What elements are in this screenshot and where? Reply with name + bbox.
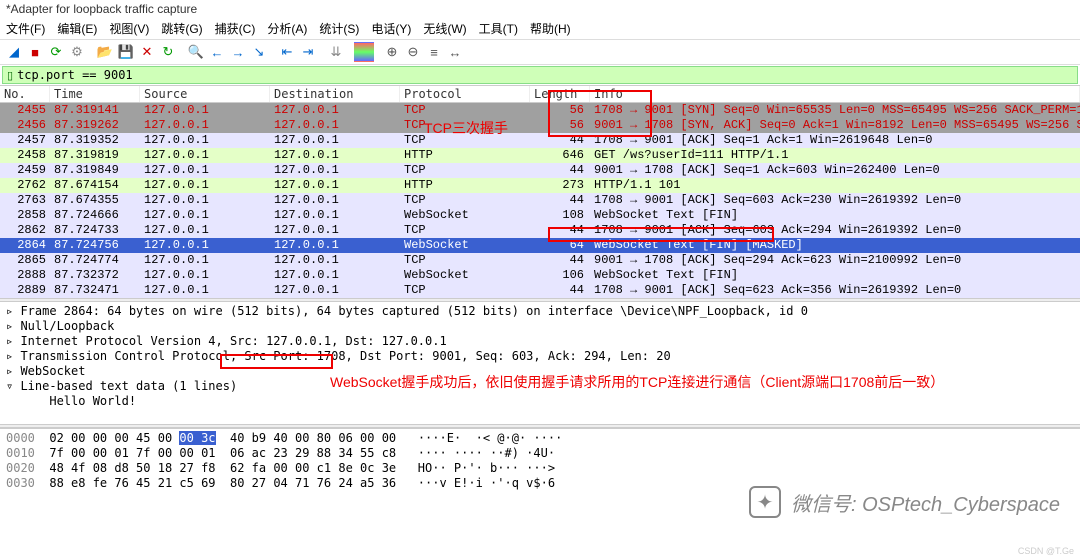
zoom-out-button[interactable]: ⊖ bbox=[403, 42, 423, 62]
detail-line[interactable]: Hello World! bbox=[6, 394, 1074, 409]
col-proto[interactable]: Protocol bbox=[400, 86, 530, 102]
go-last-button[interactable]: ⇥ bbox=[298, 42, 318, 62]
hex-row[interactable]: 0020 48 4f 08 d8 50 18 27 f8 62 fa 00 00… bbox=[6, 461, 1074, 476]
table-row[interactable]: 286587.724774127.0.0.1127.0.0.1TCP449001… bbox=[0, 253, 1080, 268]
detail-line[interactable]: ▹ Internet Protocol Version 4, Src: 127.… bbox=[6, 334, 1074, 349]
col-no[interactable]: No. bbox=[0, 86, 50, 102]
go-prev-button[interactable]: ← bbox=[207, 42, 227, 62]
menu-file[interactable]: 文件(F) bbox=[6, 20, 45, 37]
col-source[interactable]: Source bbox=[140, 86, 270, 102]
col-info[interactable]: Info bbox=[590, 86, 1080, 102]
colorize-button[interactable]: ▦ bbox=[354, 42, 374, 62]
capture-options-button[interactable]: ⚙ bbox=[67, 42, 87, 62]
menu-view[interactable]: 视图(V) bbox=[109, 20, 149, 37]
table-row[interactable]: 276287.674154127.0.0.1127.0.0.1HTTP273HT… bbox=[0, 178, 1080, 193]
table-row[interactable]: 286287.724733127.0.0.1127.0.0.1TCP441708… bbox=[0, 223, 1080, 238]
save-file-button[interactable]: 💾 bbox=[116, 42, 136, 62]
table-row[interactable]: 245787.319352127.0.0.1127.0.0.1TCP441708… bbox=[0, 133, 1080, 148]
packet-details-pane[interactable]: ▹ Frame 2864: 64 bytes on wire (512 bits… bbox=[0, 302, 1080, 424]
table-row[interactable]: 245887.319819127.0.0.1127.0.0.1HTTP646GE… bbox=[0, 148, 1080, 163]
zoom-reset-button[interactable]: ≡ bbox=[424, 42, 444, 62]
find-packet-button[interactable]: 🔍 bbox=[186, 42, 206, 62]
filter-bookmark-icon[interactable]: ▯ bbox=[7, 69, 13, 82]
table-row[interactable]: 288987.732471127.0.0.1127.0.0.1TCP441708… bbox=[0, 283, 1080, 298]
restart-capture-button[interactable]: ⟳ bbox=[46, 42, 66, 62]
autoscroll-button[interactable]: ⇊ bbox=[326, 42, 346, 62]
detail-line[interactable]: ▹ Frame 2864: 64 bytes on wire (512 bits… bbox=[6, 304, 1074, 319]
detail-line[interactable]: ▹ Null/Loopback bbox=[6, 319, 1074, 334]
zoom-in-button[interactable]: ⊕ bbox=[382, 42, 402, 62]
toolbar: ◢ ■ ⟳ ⚙ 📂 💾 ✕ ↻ 🔍 ← → ↘ ⇤ ⇥ ⇊ ▦ ⊕ ⊖ ≡ ↔ bbox=[0, 40, 1080, 65]
reload-button[interactable]: ↻ bbox=[158, 42, 178, 62]
menu-edit[interactable]: 编辑(E) bbox=[57, 20, 97, 37]
window-title: *Adapter for loopback traffic capture bbox=[0, 0, 1080, 18]
detail-line[interactable]: ▿ Line-based text data (1 lines) bbox=[6, 379, 1074, 394]
table-row[interactable]: 286487.724756127.0.0.1127.0.0.1WebSocket… bbox=[0, 238, 1080, 253]
table-row[interactable]: 288887.732372127.0.0.1127.0.0.1WebSocket… bbox=[0, 268, 1080, 283]
packet-list: No. Time Source Destination Protocol Len… bbox=[0, 85, 1080, 298]
display-filter-input[interactable] bbox=[17, 68, 1073, 82]
hex-row[interactable]: 0010 7f 00 00 01 7f 00 00 01 06 ac 23 29… bbox=[6, 446, 1074, 461]
menu-tools[interactable]: 工具(T) bbox=[479, 20, 518, 37]
menu-stats[interactable]: 统计(S) bbox=[319, 20, 359, 37]
table-row[interactable]: 285887.724666127.0.0.1127.0.0.1WebSocket… bbox=[0, 208, 1080, 223]
hex-row[interactable]: 0000 02 00 00 00 45 00 00 3c 40 b9 40 00… bbox=[6, 431, 1074, 446]
packet-bytes-pane[interactable]: 0000 02 00 00 00 45 00 00 3c 40 b9 40 00… bbox=[0, 428, 1080, 493]
table-row[interactable]: 276387.674355127.0.0.1127.0.0.1TCP441708… bbox=[0, 193, 1080, 208]
open-file-button[interactable]: 📂 bbox=[95, 42, 115, 62]
go-packet-button[interactable]: ↘ bbox=[249, 42, 269, 62]
packet-list-header: No. Time Source Destination Protocol Len… bbox=[0, 85, 1080, 103]
csdn-watermark: CSDN @T.Ge bbox=[1018, 546, 1074, 556]
resize-cols-button[interactable]: ↔ bbox=[445, 42, 465, 62]
start-capture-button[interactable]: ◢ bbox=[4, 42, 24, 62]
hex-row[interactable]: 0030 88 e8 fe 76 45 21 c5 69 80 27 04 71… bbox=[6, 476, 1074, 491]
detail-line[interactable]: ▹ WebSocket bbox=[6, 364, 1074, 379]
menu-go[interactable]: 跳转(G) bbox=[161, 20, 202, 37]
packet-list-body[interactable]: 245587.319141127.0.0.1127.0.0.1TCP561708… bbox=[0, 103, 1080, 298]
go-first-button[interactable]: ⇤ bbox=[277, 42, 297, 62]
table-row[interactable]: 245687.319262127.0.0.1127.0.0.1TCP569001… bbox=[0, 118, 1080, 133]
col-time[interactable]: Time bbox=[50, 86, 140, 102]
table-row[interactable]: 245987.319849127.0.0.1127.0.0.1TCP449001… bbox=[0, 163, 1080, 178]
stop-capture-button[interactable]: ■ bbox=[25, 42, 45, 62]
menu-capture[interactable]: 捕获(C) bbox=[215, 20, 256, 37]
table-row[interactable]: 245587.319141127.0.0.1127.0.0.1TCP561708… bbox=[0, 103, 1080, 118]
close-file-button[interactable]: ✕ bbox=[137, 42, 157, 62]
menu-analyze[interactable]: 分析(A) bbox=[267, 20, 307, 37]
detail-line[interactable]: ▹ Transmission Control Protocol, Src Por… bbox=[6, 349, 1074, 364]
menu-wireless[interactable]: 无线(W) bbox=[423, 20, 466, 37]
menu-telephony[interactable]: 电话(Y) bbox=[371, 20, 411, 37]
display-filter-bar: ▯ bbox=[2, 66, 1078, 84]
col-length[interactable]: Length bbox=[530, 86, 590, 102]
go-next-button[interactable]: → bbox=[228, 42, 248, 62]
col-dest[interactable]: Destination bbox=[270, 86, 400, 102]
menu-help[interactable]: 帮助(H) bbox=[530, 20, 571, 37]
menu-bar: 文件(F) 编辑(E) 视图(V) 跳转(G) 捕获(C) 分析(A) 统计(S… bbox=[0, 18, 1080, 40]
